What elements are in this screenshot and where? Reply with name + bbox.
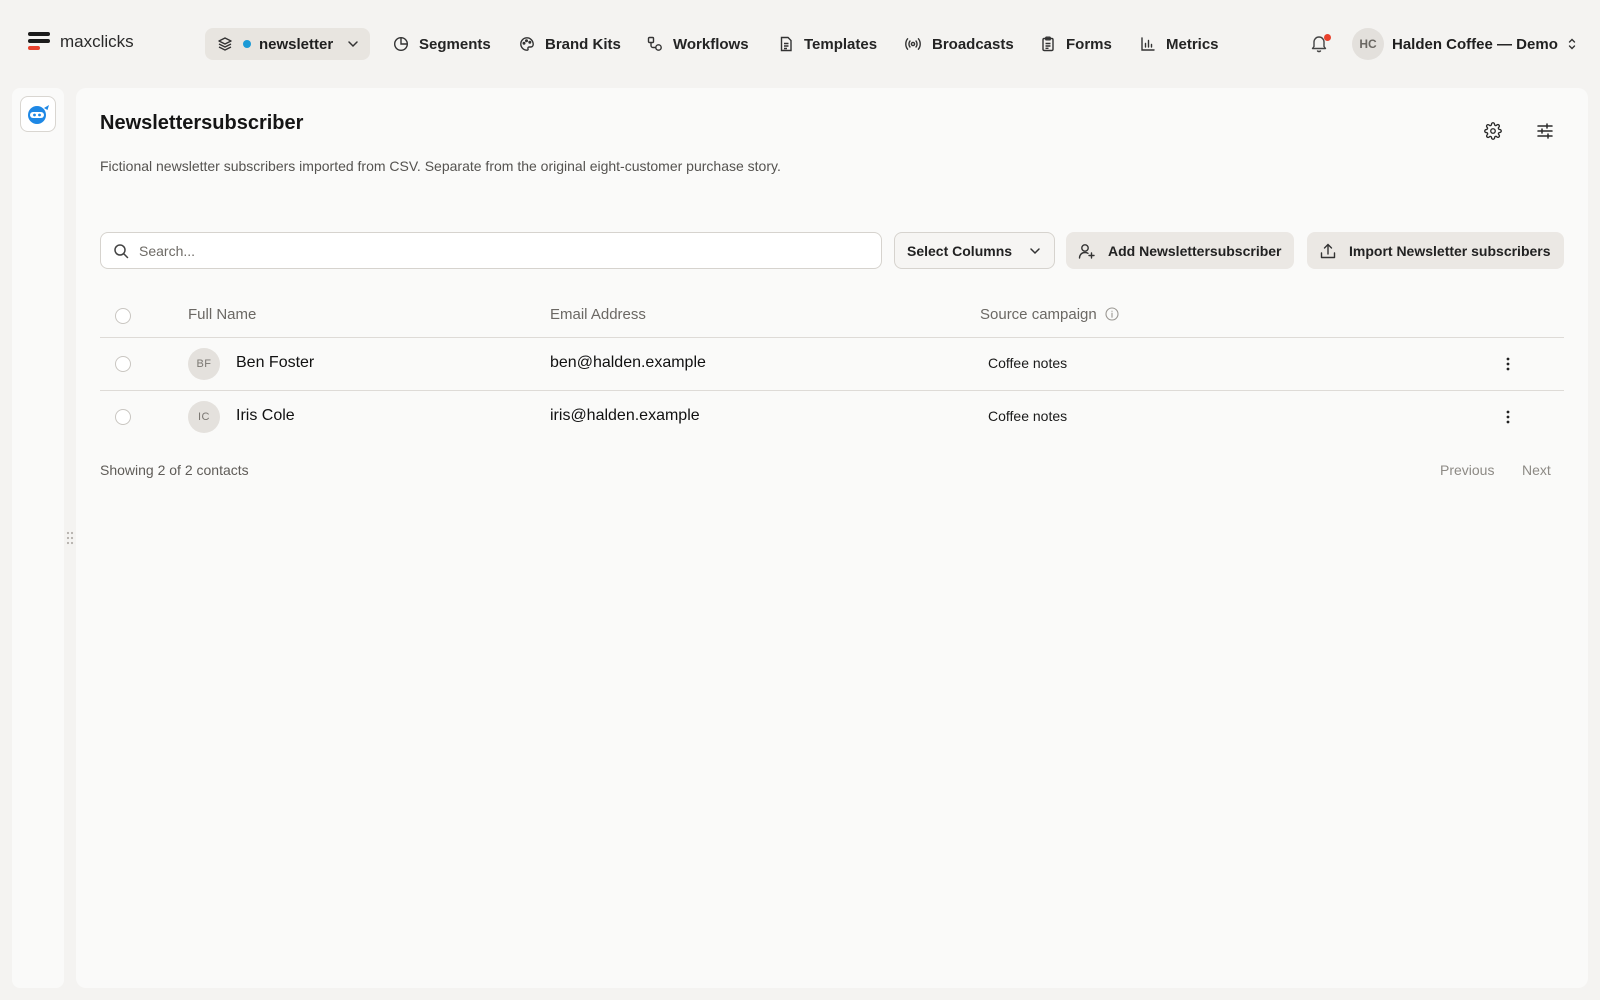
- cell-email: iris@halden.example: [550, 407, 700, 424]
- avatar: IC: [188, 401, 220, 433]
- subscribers-table: Full Name Email Address Source campaign …: [100, 294, 1564, 444]
- page-title: Newslettersubscriber: [100, 112, 304, 134]
- account-avatar: HC: [1352, 28, 1384, 60]
- nav-segments[interactable]: Segments: [393, 28, 491, 60]
- row-checkbox[interactable]: [115, 356, 131, 372]
- cell-source-campaign: Coffee notes: [988, 355, 1068, 371]
- top-bar: maxclicks newsletter Segments Brand Kits…: [0, 0, 1600, 88]
- cell-full-name: Ben Foster: [236, 354, 315, 371]
- nav-metrics[interactable]: Metrics: [1140, 28, 1219, 60]
- search-box: [100, 232, 882, 269]
- gear-icon: [1484, 122, 1502, 140]
- app-name: maxclicks: [60, 32, 134, 51]
- cell-source-campaign: Coffee notes: [988, 408, 1068, 424]
- row-actions-button[interactable]: [1498, 407, 1518, 427]
- logo-mark-icon: [28, 32, 50, 50]
- select-columns-dropdown[interactable]: Select Columns: [894, 232, 1055, 269]
- row-actions-button[interactable]: [1498, 354, 1518, 374]
- workspace-label: newsletter: [259, 35, 334, 53]
- nav-label: Templates: [804, 35, 878, 53]
- cell-email: ben@halden.example: [550, 354, 706, 371]
- search-icon: [114, 243, 129, 258]
- select-columns-label: Select Columns: [907, 242, 1013, 259]
- palette-icon: [520, 37, 534, 51]
- add-subscriber-label: Add Newslettersubscriber: [1108, 242, 1282, 259]
- column-header-email[interactable]: Email Address: [550, 306, 646, 323]
- more-vertical-icon: [1506, 410, 1510, 424]
- workspace-switcher[interactable]: newsletter: [205, 28, 370, 60]
- left-rail: [12, 88, 64, 988]
- nav-forms[interactable]: Forms: [1040, 28, 1112, 60]
- pie-chart-icon: [393, 36, 409, 52]
- nav-broadcasts[interactable]: Broadcasts: [904, 28, 1014, 60]
- column-header-label: Source campaign: [980, 306, 1097, 323]
- previous-page-button[interactable]: Previous: [1440, 462, 1494, 478]
- nav-label: Broadcasts: [932, 35, 1014, 53]
- search-input[interactable]: [139, 242, 869, 259]
- nav-brand-kits[interactable]: Brand Kits: [519, 28, 621, 60]
- clipboard-icon: [1042, 36, 1054, 52]
- table-row[interactable]: BF Ben Foster ben@halden.example Coffee …: [100, 338, 1564, 391]
- nav-templates[interactable]: Templates: [778, 28, 877, 60]
- row-checkbox[interactable]: [115, 409, 131, 425]
- table-row[interactable]: IC Iris Cole iris@halden.example Coffee …: [100, 391, 1564, 444]
- app-logo[interactable]: maxclicks: [28, 32, 134, 52]
- select-all-checkbox[interactable]: [115, 308, 131, 324]
- avatar: BF: [188, 348, 220, 380]
- table-header: Full Name Email Address Source campaign: [100, 294, 1564, 338]
- nav-label: Forms: [1066, 35, 1112, 53]
- upload-icon: [1320, 243, 1336, 258]
- nav-label: Metrics: [1166, 35, 1219, 53]
- column-header-full-name[interactable]: Full Name: [188, 306, 256, 323]
- broadcast-icon: [905, 38, 921, 50]
- notification-badge: [1324, 34, 1331, 41]
- ninja-bot-icon: [28, 105, 49, 124]
- nav-workflows[interactable]: Workflows: [647, 28, 749, 60]
- add-subscriber-button[interactable]: Add Newslettersubscriber: [1066, 232, 1294, 269]
- chevron-up-down-icon: [1568, 38, 1576, 50]
- cell-full-name: Iris Cole: [236, 407, 295, 424]
- assistant-button[interactable]: [20, 96, 56, 132]
- next-page-button[interactable]: Next: [1522, 462, 1551, 478]
- filter-settings-button[interactable]: [1534, 120, 1556, 142]
- document-icon: [780, 36, 792, 52]
- import-subscribers-button[interactable]: Import Newsletter subscribers: [1307, 232, 1564, 269]
- more-vertical-icon: [1506, 357, 1510, 371]
- layers-icon: [218, 37, 232, 51]
- bar-chart-icon: [1141, 37, 1155, 51]
- workspace-status-dot: [243, 40, 251, 48]
- workflow-icon: [647, 36, 662, 51]
- chevron-down-icon: [1030, 247, 1040, 254]
- nav-label: Brand Kits: [545, 35, 621, 53]
- import-subscribers-label: Import Newsletter subscribers: [1349, 242, 1551, 259]
- nav-label: Workflows: [673, 35, 749, 53]
- page-description: Fictional newsletter subscribers importe…: [100, 158, 781, 174]
- account-switcher[interactable]: HC Halden Coffee — Demo: [1352, 28, 1578, 60]
- chevron-down-icon: [348, 41, 358, 48]
- grip-dots-icon: [66, 531, 74, 545]
- main-panel: Newslettersubscriber Fictional newslette…: [76, 88, 1588, 988]
- user-plus-icon: [1078, 243, 1095, 259]
- nav-label: Segments: [419, 35, 491, 53]
- settings-button[interactable]: [1482, 120, 1504, 142]
- info-icon[interactable]: [1105, 307, 1119, 321]
- pagination-summary: Showing 2 of 2 contacts: [100, 462, 249, 478]
- column-header-source-campaign[interactable]: Source campaign: [980, 306, 1119, 323]
- account-name: Halden Coffee — Demo: [1392, 35, 1558, 53]
- sliders-icon: [1537, 123, 1553, 139]
- resize-handle[interactable]: [66, 531, 74, 545]
- notifications-button[interactable]: [1310, 33, 1331, 55]
